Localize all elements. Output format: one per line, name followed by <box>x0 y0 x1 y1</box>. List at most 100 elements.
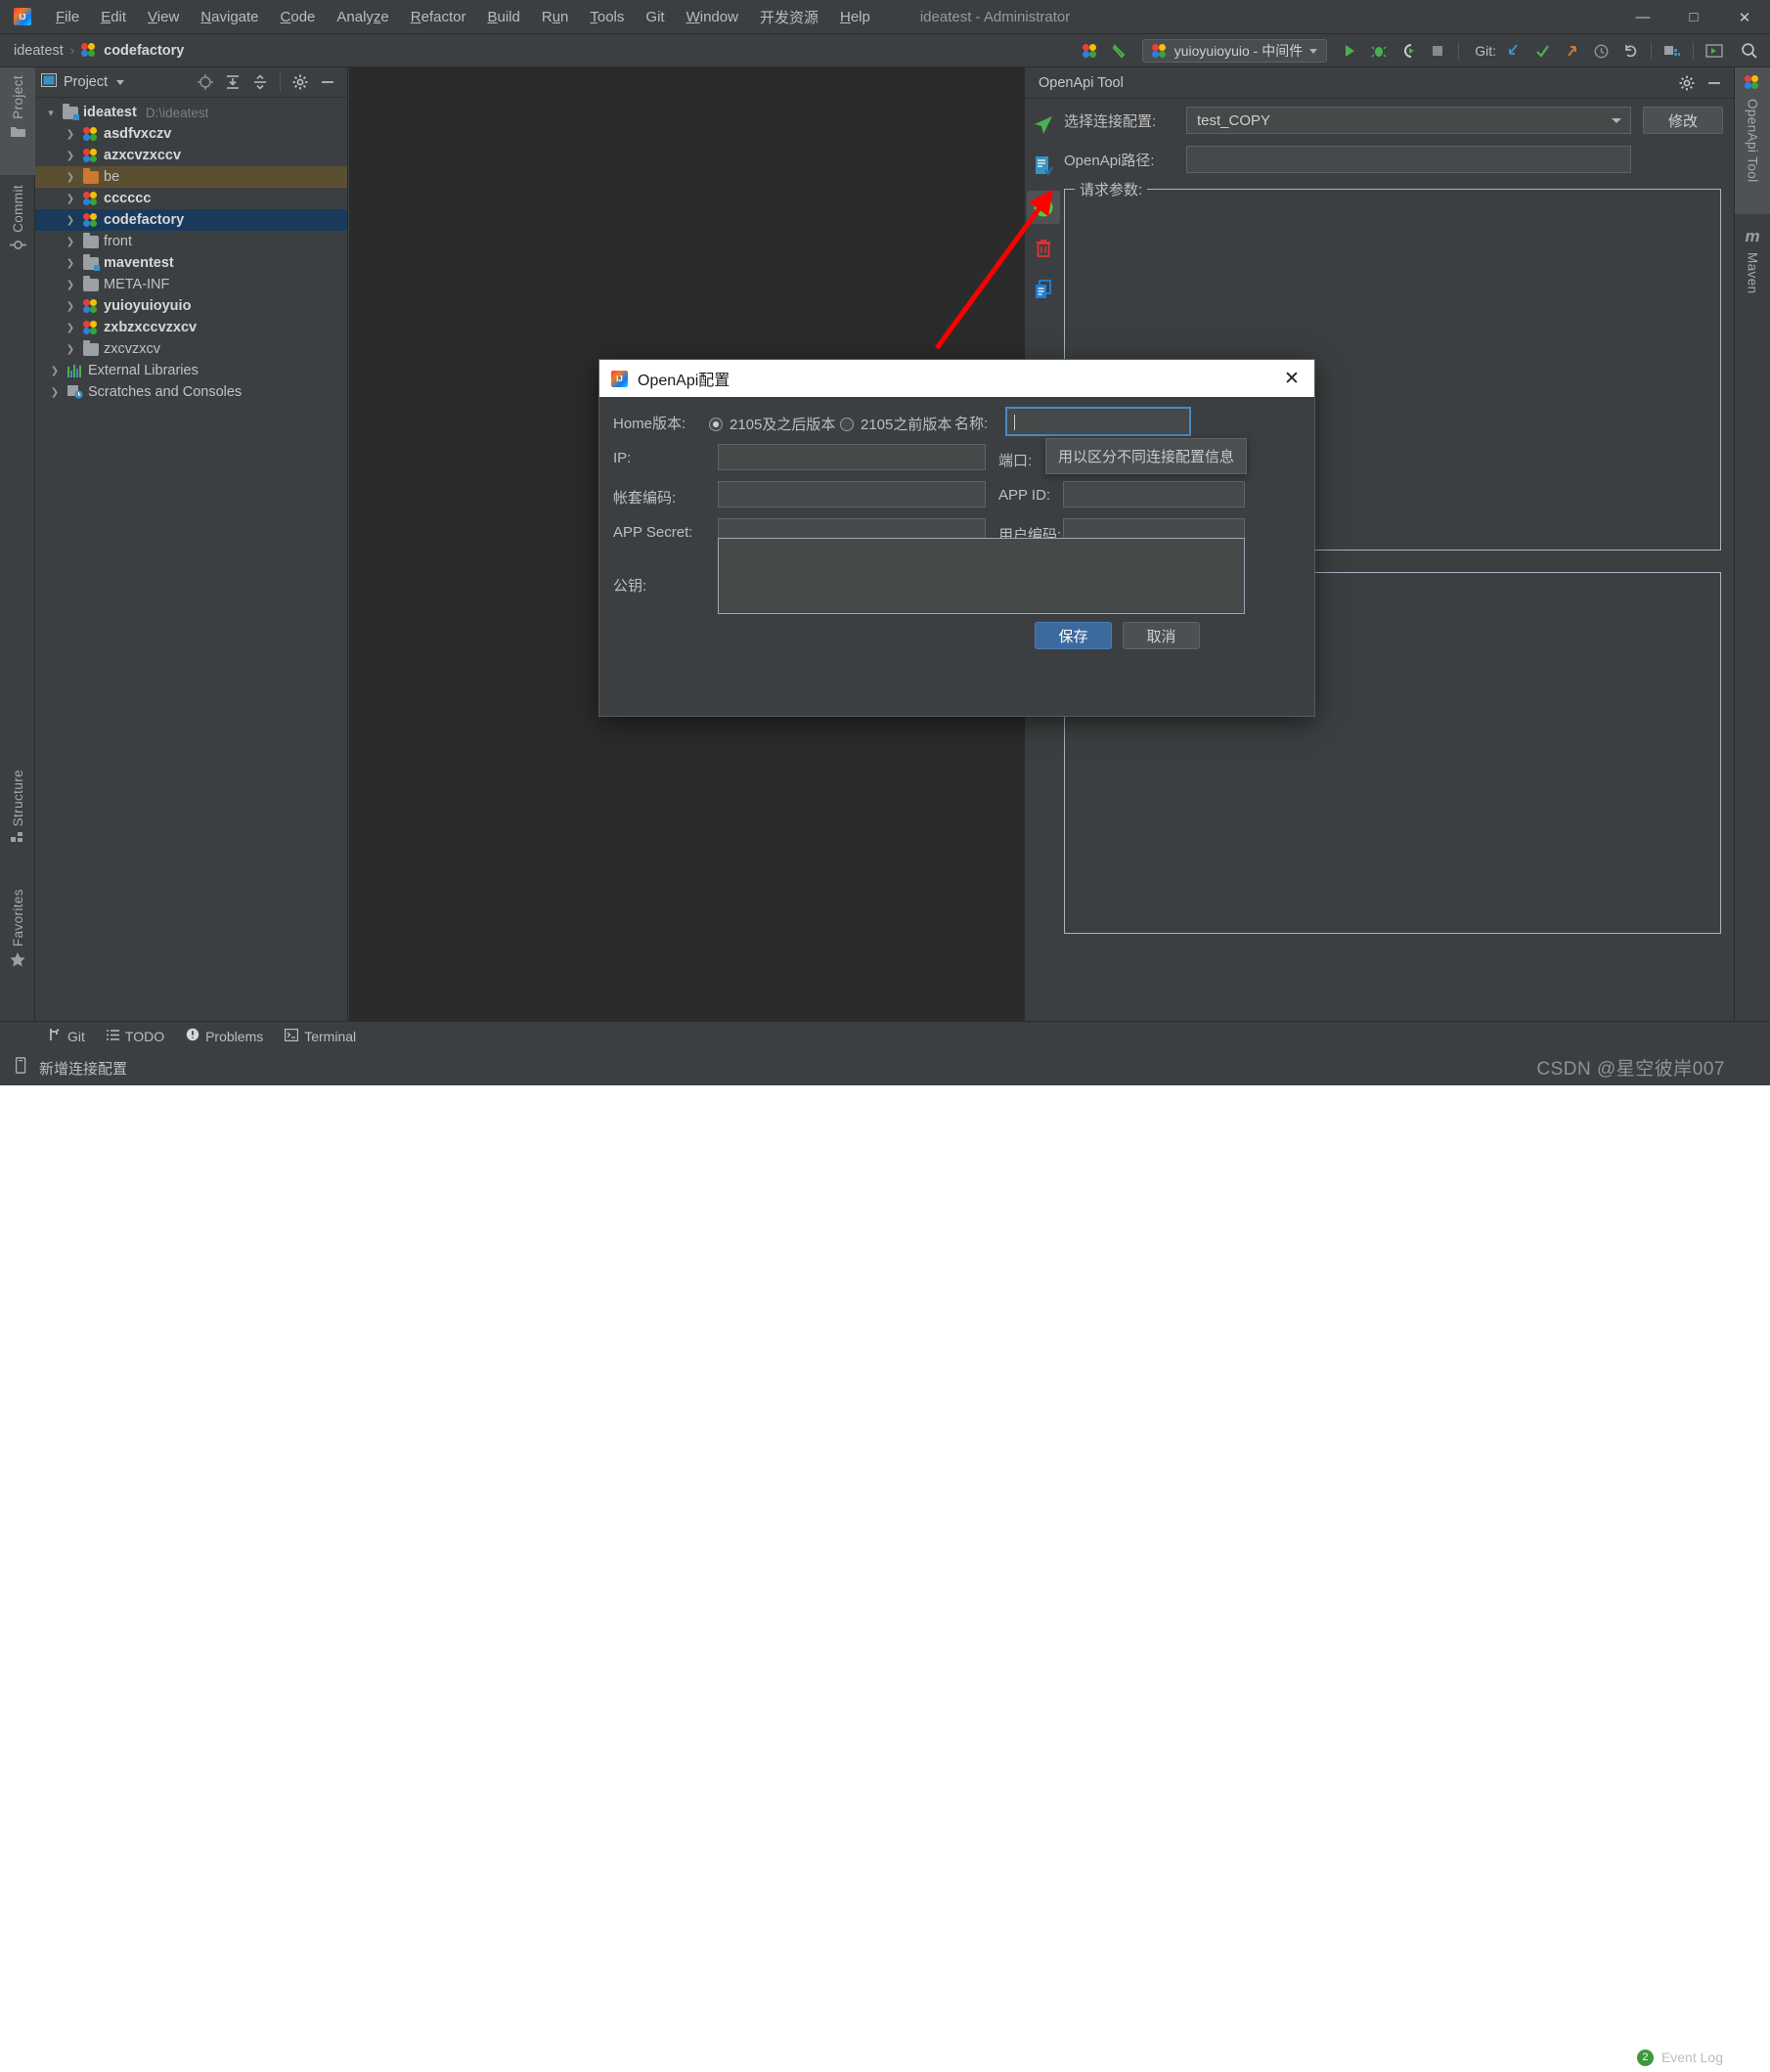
menu-help[interactable]: Help <box>829 5 881 29</box>
connection-config-dropdown[interactable]: test_COPY <box>1186 107 1631 134</box>
debug-icon[interactable] <box>1364 34 1394 67</box>
menu-code[interactable]: Code <box>270 5 327 29</box>
menu-navigate[interactable]: Navigate <box>190 5 269 29</box>
ip-field[interactable] <box>718 444 986 470</box>
tree-row[interactable]: ideatest D:\ideatest <box>35 102 347 123</box>
tree-row[interactable]: cccccc <box>35 188 347 209</box>
chevron-right-icon[interactable] <box>63 215 78 226</box>
copy-icon[interactable] <box>1027 273 1060 306</box>
run-with-coverage-icon[interactable] <box>1394 34 1423 67</box>
radio-button-icon[interactable] <box>840 417 854 431</box>
chevron-right-icon[interactable] <box>63 194 78 204</box>
tree-row[interactable]: yuioyuioyuio <box>35 295 347 317</box>
search-everywhere-icon[interactable] <box>1729 34 1770 67</box>
menu-run[interactable]: Run <box>531 5 580 29</box>
radio-button-icon[interactable] <box>709 417 723 431</box>
history-icon[interactable] <box>1586 34 1615 67</box>
run-configuration-selector[interactable]: yuioyuioyuio - 中间件 <box>1141 39 1328 63</box>
maximize-button[interactable]: □ <box>1668 0 1719 34</box>
doc-icon[interactable] <box>1027 150 1060 183</box>
git-update-icon[interactable] <box>1498 34 1527 67</box>
chevron-right-icon[interactable] <box>63 344 78 355</box>
stop-icon[interactable] <box>1423 34 1452 67</box>
send-icon[interactable] <box>1027 109 1060 142</box>
status-item-terminal[interactable]: Terminal <box>285 1029 356 1044</box>
sidebar-item-project[interactable]: Project <box>0 67 35 175</box>
tree-row[interactable]: zxbzxccvzxcv <box>35 317 347 338</box>
tree-row[interactable]: azxcvzxccv <box>35 145 347 166</box>
radio-option-before-2105[interactable]: 2105之前版本 <box>840 414 951 434</box>
openapi-path-input[interactable] <box>1186 146 1631 173</box>
chevron-right-icon[interactable] <box>63 323 78 333</box>
account-code-field[interactable] <box>718 481 986 507</box>
chevron-right-icon[interactable] <box>63 151 78 161</box>
sidebar-item-openapi-tool[interactable]: OpenApi Tool <box>1735 67 1770 214</box>
tree-row[interactable]: META-INF <box>35 274 347 295</box>
delete-icon[interactable] <box>1027 232 1060 265</box>
gear-icon[interactable] <box>287 68 314 96</box>
menu-view[interactable]: View <box>137 5 190 29</box>
name-field[interactable] <box>1005 407 1191 436</box>
git-commit-icon[interactable] <box>1527 34 1557 67</box>
tree-row[interactable]: be <box>35 166 347 188</box>
sidebar-item-maven[interactable]: m Maven <box>1735 219 1770 336</box>
locate-icon[interactable] <box>192 68 219 96</box>
chevron-right-icon[interactable] <box>63 237 78 247</box>
breadcrumb-item-codefactory[interactable]: codefactory <box>104 43 184 59</box>
menu-refactor[interactable]: Refactor <box>400 5 477 29</box>
expand-all-icon[interactable] <box>219 68 246 96</box>
radio-option-after-2105[interactable]: 2105及之后版本 <box>709 414 835 434</box>
gear-icon[interactable] <box>1673 69 1701 97</box>
tree-row[interactable]: External Libraries <box>35 360 347 381</box>
chevron-right-icon[interactable] <box>63 258 78 269</box>
minimize-button[interactable]: — <box>1617 0 1668 34</box>
module-settings-icon[interactable] <box>1076 34 1105 67</box>
menu-build[interactable]: Build <box>476 5 530 29</box>
select-in-icon[interactable] <box>1700 34 1729 67</box>
sidebar-item-favorites[interactable]: Favorites <box>0 881 35 996</box>
cancel-button[interactable]: 取消 <box>1123 622 1200 649</box>
chevron-right-icon[interactable] <box>47 387 63 398</box>
hide-icon[interactable] <box>1701 69 1728 97</box>
menu-analyze[interactable]: Analyze <box>326 5 399 29</box>
git-push-icon[interactable] <box>1557 34 1586 67</box>
tree-row[interactable]: Scratches and Consoles <box>35 381 347 403</box>
tree-row[interactable]: front <box>35 231 347 252</box>
chevron-right-icon[interactable] <box>47 366 63 376</box>
menu-tools[interactable]: Tools <box>579 5 635 29</box>
run-icon[interactable] <box>1335 34 1364 67</box>
hide-icon[interactable] <box>314 68 341 96</box>
build-icon[interactable] <box>1105 34 1134 67</box>
sidebar-item-structure[interactable]: Structure <box>0 762 35 877</box>
collapse-all-icon[interactable] <box>246 68 274 96</box>
close-button[interactable]: ✕ <box>1719 0 1770 34</box>
menu-dev-resources[interactable]: 开发资源 <box>749 3 829 31</box>
breadcrumb-item-ideatest[interactable]: ideatest <box>14 43 64 59</box>
menu-git[interactable]: Git <box>635 5 675 29</box>
chevron-down-icon[interactable] <box>116 79 125 85</box>
status-item-problems[interactable]: Problems <box>186 1028 263 1044</box>
menu-file[interactable]: File <box>45 5 90 29</box>
tree-row[interactable]: maventest <box>35 252 347 274</box>
status-item-todo[interactable]: TODO <box>106 1029 164 1044</box>
public-key-textarea[interactable] <box>718 538 1245 614</box>
event-log-button[interactable]: 2 Event Log <box>1636 2043 1770 2072</box>
chevron-right-icon[interactable] <box>63 129 78 140</box>
tree-row[interactable]: codefactory <box>35 209 347 231</box>
save-button[interactable]: 保存 <box>1035 622 1112 649</box>
dialog-close-button[interactable]: ✕ <box>1269 360 1314 397</box>
menu-window[interactable]: Window <box>676 5 749 29</box>
tree-row[interactable]: asdfvxczv <box>35 123 347 145</box>
undo-icon[interactable] <box>1615 34 1645 67</box>
project-structure-icon[interactable] <box>1658 34 1687 67</box>
tree-row[interactable]: zxcvzxcv <box>35 338 347 360</box>
chevron-down-icon[interactable] <box>43 107 59 119</box>
menu-edit[interactable]: Edit <box>90 5 137 29</box>
chevron-right-icon[interactable] <box>63 280 78 290</box>
chevron-right-icon[interactable] <box>63 301 78 312</box>
app-id-field[interactable] <box>1063 481 1245 507</box>
chevron-right-icon[interactable] <box>63 172 78 183</box>
status-item-git[interactable]: Git <box>49 1028 85 1044</box>
sidebar-item-commit[interactable]: Commit <box>0 177 35 285</box>
add-icon[interactable] <box>1027 191 1060 224</box>
